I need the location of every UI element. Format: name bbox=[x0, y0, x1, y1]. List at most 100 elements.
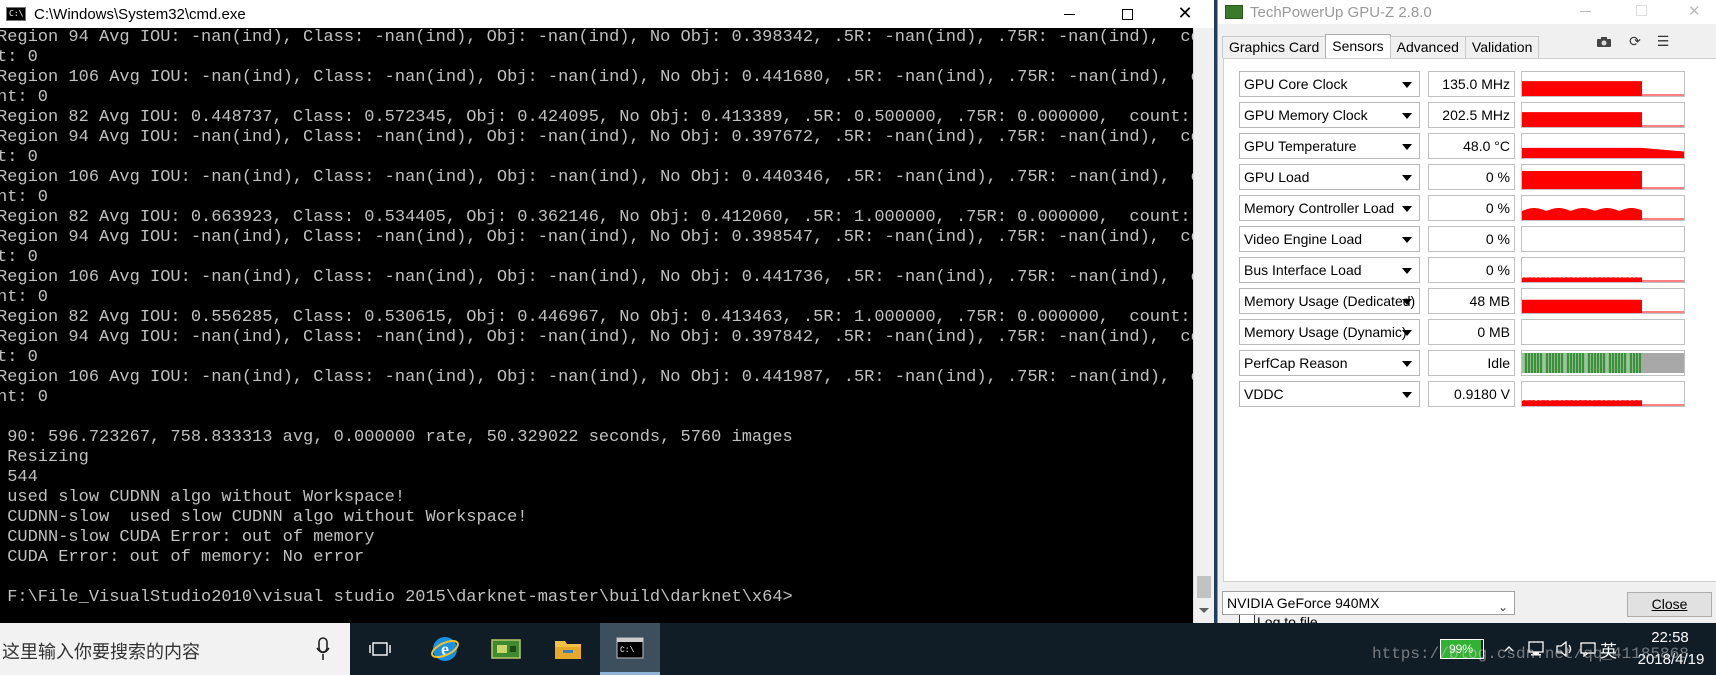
console-line: Resizing bbox=[0, 448, 89, 467]
microphone-icon[interactable] bbox=[316, 637, 330, 661]
gpuz-app-icon bbox=[1225, 5, 1243, 19]
sensor-name-select[interactable]: Memory Usage (Dynamic) bbox=[1239, 319, 1420, 345]
sensor-name: Memory Controller Load bbox=[1244, 200, 1395, 216]
gpuz-maximize-button[interactable] bbox=[1628, 2, 1656, 20]
sensor-name: VDDC bbox=[1244, 386, 1284, 402]
cmd-titlebar[interactable]: C:\ C:\Windows\System32\cmd.exe ✕ bbox=[0, 0, 1214, 28]
caret-down-icon[interactable] bbox=[1402, 268, 1412, 274]
console-line: t: 0 bbox=[0, 248, 38, 267]
clock-time[interactable]: 22:58 bbox=[1630, 629, 1710, 646]
sensor-row-gpu-core-clock: GPU Core Clock 135.0 MHz bbox=[1239, 71, 1705, 97]
caret-down-icon[interactable] bbox=[1402, 144, 1412, 150]
caret-down-icon[interactable] bbox=[1402, 330, 1412, 336]
console-line: used slow CUDNN algo without Workspace! bbox=[0, 488, 406, 507]
internet-explorer-icon: e bbox=[431, 637, 459, 661]
tab-graphics-card[interactable]: Graphics Card bbox=[1222, 36, 1327, 58]
tab-validation[interactable]: Validation bbox=[1464, 36, 1540, 58]
close-icon: ✕ bbox=[1688, 2, 1701, 20]
sensor-row-memory-usage-dynamic: Memory Usage (Dynamic) 0 MB bbox=[1239, 319, 1705, 345]
sensor-graph bbox=[1521, 319, 1685, 345]
gpuz-close-button[interactable]: Close bbox=[1627, 592, 1712, 617]
console-line: t: 0 bbox=[0, 48, 38, 67]
svg-text:C:\: C:\ bbox=[620, 646, 635, 655]
console-line: nt: 0 bbox=[0, 188, 49, 207]
taskbar-internet-explorer[interactable]: e bbox=[415, 623, 475, 675]
device-select[interactable]: NVIDIA GeForce 940MX ⌄ bbox=[1222, 591, 1515, 615]
sensor-row-memory-usage-dedicated: Memory Usage (Dedicated) 48 MB bbox=[1239, 288, 1705, 314]
sensor-graph bbox=[1521, 226, 1685, 252]
caret-down-icon[interactable] bbox=[1402, 361, 1412, 367]
sensor-value: 0 % bbox=[1428, 226, 1515, 252]
watermark-text: https://blog.csdn.net/qq_41185868 bbox=[1372, 645, 1689, 663]
sensor-value: 135.0 MHz bbox=[1428, 71, 1515, 97]
sensor-name-select[interactable]: GPU Load bbox=[1239, 164, 1420, 190]
camera-icon[interactable] bbox=[1595, 33, 1613, 51]
sensor-graph bbox=[1521, 288, 1685, 314]
sensor-row-gpu-memory-clock: GPU Memory Clock 202.5 MHz bbox=[1239, 102, 1705, 128]
sensor-name-select[interactable]: GPU Temperature bbox=[1239, 133, 1420, 159]
console-line: Region 82 Avg IOU: 0.663923, Class: 0.53… bbox=[0, 208, 1193, 227]
sensor-name-select[interactable]: Bus Interface Load bbox=[1239, 257, 1420, 283]
sensor-name: Video Engine Load bbox=[1244, 231, 1363, 247]
caret-down-icon[interactable] bbox=[1402, 299, 1412, 305]
maximize-button[interactable] bbox=[1104, 0, 1150, 28]
console-line: Region 94 Avg IOU: -nan(ind), Class: -na… bbox=[0, 28, 1193, 47]
task-view-button[interactable] bbox=[350, 623, 410, 675]
caret-down-icon[interactable] bbox=[1402, 237, 1412, 243]
sensor-graph bbox=[1521, 195, 1685, 221]
taskbar-gpuz[interactable] bbox=[476, 623, 536, 675]
minimize-button[interactable] bbox=[1046, 0, 1092, 28]
tab-advanced[interactable]: Advanced bbox=[1389, 36, 1466, 58]
console-line: Region 82 Avg IOU: 0.556285, Class: 0.53… bbox=[0, 308, 1193, 327]
gpuz-window-title: TechPowerUp GPU-Z 2.8.0 bbox=[1250, 3, 1432, 21]
console-lines: Region 94 Avg IOU: -nan(ind), Class: -na… bbox=[0, 28, 1193, 608]
console-line: CUDNN-slow used slow CUDNN algo without … bbox=[0, 508, 528, 527]
taskbar-search-box[interactable]: 这里输入你要搜索的内容 bbox=[0, 623, 350, 675]
sensor-row-memory-controller-load: Memory Controller Load 0 % bbox=[1239, 195, 1705, 221]
refresh-icon[interactable]: ⟳ bbox=[1626, 33, 1644, 51]
scroll-down-icon[interactable] bbox=[1199, 608, 1209, 613]
console-line: CUDNN-slow CUDA Error: out of memory bbox=[0, 528, 375, 547]
caret-down-icon[interactable] bbox=[1402, 175, 1412, 181]
gpuz-minimize-button[interactable] bbox=[1572, 2, 1600, 20]
console-scrollbar[interactable] bbox=[1193, 28, 1214, 623]
taskbar-file-explorer[interactable] bbox=[538, 623, 598, 675]
tab-sensors[interactable]: Sensors bbox=[1325, 34, 1391, 58]
maximize-icon bbox=[1121, 8, 1133, 20]
sensor-value: 0 % bbox=[1428, 257, 1515, 283]
sensor-name-select[interactable]: VDDC bbox=[1239, 381, 1420, 407]
sensor-value: 48.0 °C bbox=[1428, 133, 1515, 159]
sensor-name-select[interactable]: Memory Usage (Dedicated) bbox=[1239, 288, 1420, 314]
cmd-icon: C:\ bbox=[616, 636, 644, 659]
caret-down-icon[interactable] bbox=[1402, 392, 1412, 398]
menu-icon[interactable]: ☰ bbox=[1654, 33, 1672, 51]
sensor-row-video-engine-load: Video Engine Load 0 % bbox=[1239, 226, 1705, 252]
sensor-graph bbox=[1521, 381, 1685, 407]
sensor-name-select[interactable]: GPU Core Clock bbox=[1239, 71, 1420, 97]
sensor-value: 0 MB bbox=[1428, 319, 1515, 345]
sensor-name: Bus Interface Load bbox=[1244, 262, 1362, 278]
sensor-name-select[interactable]: PerfCap Reason bbox=[1239, 350, 1420, 376]
console-line: F:\File_VisualStudio2010\visual studio 2… bbox=[0, 588, 793, 607]
caret-down-icon[interactable] bbox=[1402, 113, 1412, 119]
sensor-name-select[interactable]: Video Engine Load bbox=[1239, 226, 1420, 252]
sensor-name: PerfCap Reason bbox=[1244, 355, 1348, 371]
sensor-graph bbox=[1521, 133, 1685, 159]
console-output[interactable]: Region 94 Avg IOU: -nan(ind), Class: -na… bbox=[0, 28, 1193, 623]
sensor-name: GPU Memory Clock bbox=[1244, 107, 1368, 123]
device-select-value: NVIDIA GeForce 940MX bbox=[1227, 595, 1380, 611]
close-button[interactable]: ✕ bbox=[1162, 0, 1208, 28]
sensor-name-select[interactable]: GPU Memory Clock bbox=[1239, 102, 1420, 128]
taskbar-cmd[interactable]: C:\ bbox=[600, 623, 660, 675]
gpuz-close-window-button[interactable]: ✕ bbox=[1680, 2, 1708, 20]
cmd-window-title: C:\Windows\System32\cmd.exe bbox=[34, 5, 246, 23]
caret-down-icon[interactable] bbox=[1402, 206, 1412, 212]
sensor-name-select[interactable]: Memory Controller Load bbox=[1239, 195, 1420, 221]
console-line: Region 94 Avg IOU: -nan(ind), Class: -na… bbox=[0, 328, 1193, 347]
gpuz-titlebar[interactable]: TechPowerUp GPU-Z 2.8.0 ✕ bbox=[1218, 0, 1716, 24]
sensor-row-gpu-temperature: GPU Temperature 48.0 °C bbox=[1239, 133, 1705, 159]
scrollbar-thumb[interactable] bbox=[1197, 576, 1211, 598]
caret-down-icon[interactable] bbox=[1402, 82, 1412, 88]
